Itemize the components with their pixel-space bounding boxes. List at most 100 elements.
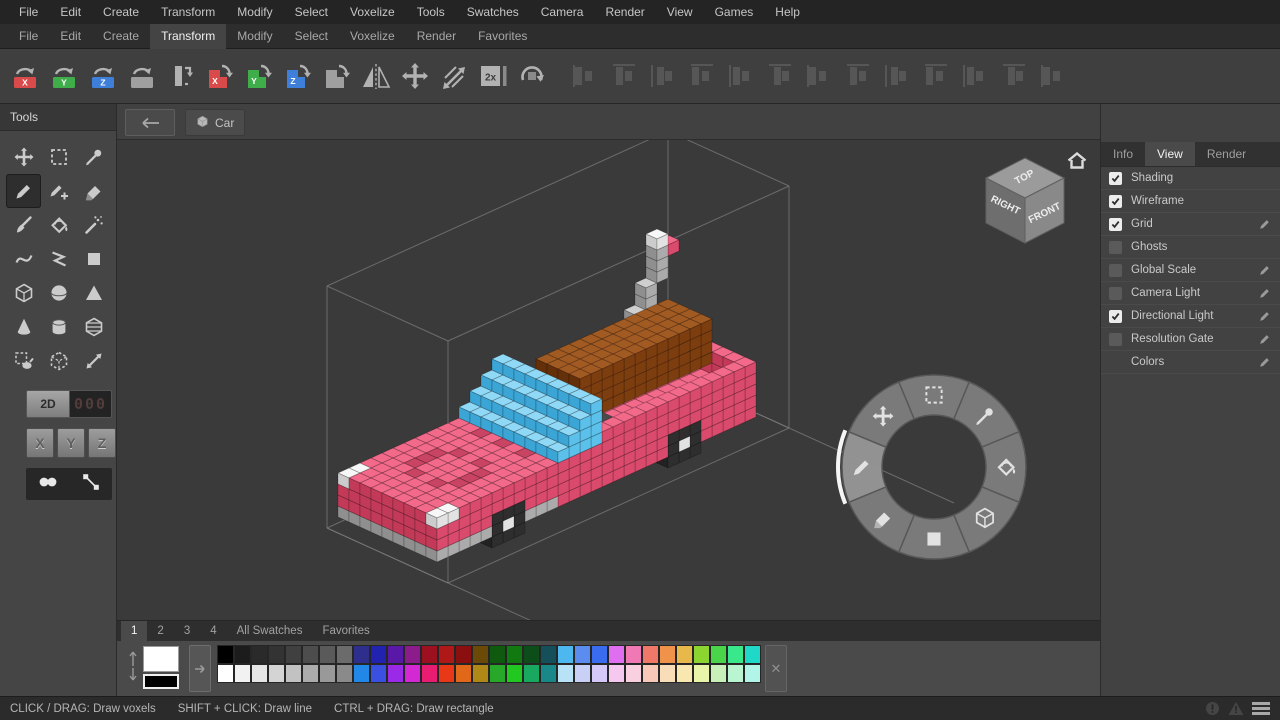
swatch-bottom-31[interactable]	[727, 664, 744, 683]
swatch-bottom-21[interactable]	[557, 664, 574, 683]
remove-swatch-button[interactable]: ✕	[765, 645, 787, 692]
background-color-chip[interactable]	[143, 674, 179, 689]
swatch-bottom-6[interactable]	[302, 664, 319, 683]
swatch-bottom-13[interactable]	[421, 664, 438, 683]
tool-resize[interactable]	[76, 344, 111, 378]
tool-brush[interactable]	[6, 208, 41, 242]
toolbar-shear-button[interactable]	[437, 59, 471, 93]
tool-paint-bucket[interactable]	[41, 208, 76, 242]
warning-icon[interactable]	[1228, 701, 1244, 716]
swatch-top-2[interactable]	[234, 645, 251, 664]
tool-extrude[interactable]	[76, 310, 111, 344]
swatch-bottom-23[interactable]	[591, 664, 608, 683]
swatch-bottom-27[interactable]	[659, 664, 676, 683]
swatch-bottom-4[interactable]	[268, 664, 285, 683]
swatch-bottom-9[interactable]	[353, 664, 370, 683]
edit-pencil-icon[interactable]	[1258, 309, 1272, 323]
swatch-top-24[interactable]	[608, 645, 625, 664]
swatch-top-30[interactable]	[710, 645, 727, 664]
submenu-item-favorites[interactable]: Favorites	[467, 24, 538, 49]
menu-item-create[interactable]: Create	[92, 0, 150, 24]
swatch-top-8[interactable]	[336, 645, 353, 664]
swatch-bottom-26[interactable]	[642, 664, 659, 683]
swatch-top-1[interactable]	[217, 645, 234, 664]
tool-zigzag[interactable]	[41, 242, 76, 276]
swatch-bottom-15[interactable]	[455, 664, 472, 683]
swatch-top-28[interactable]	[676, 645, 693, 664]
swatch-top-13[interactable]	[421, 645, 438, 664]
swatch-bottom-14[interactable]	[438, 664, 455, 683]
submenu-item-voxelize[interactable]: Voxelize	[339, 24, 406, 49]
axis-z-button[interactable]: Z	[88, 428, 116, 458]
checkbox-ghosts[interactable]	[1109, 241, 1122, 254]
menu-item-select[interactable]: Select	[284, 0, 339, 24]
swatch-tab-2[interactable]: 2	[147, 621, 173, 641]
swatch-bottom-28[interactable]	[676, 664, 693, 683]
toolbar-mirror-free-button[interactable]	[320, 59, 354, 93]
menu-item-games[interactable]: Games	[704, 0, 765, 24]
home-icon[interactable]	[1067, 152, 1087, 174]
tool-rectangle[interactable]	[76, 242, 111, 276]
swatch-bottom-10[interactable]	[370, 664, 387, 683]
mask-button[interactable]	[37, 471, 59, 498]
toolbar-rotate-y-button[interactable]: Y	[47, 59, 81, 93]
swatch-top-15[interactable]	[455, 645, 472, 664]
swatch-tab-all-swatches[interactable]: All Swatches	[227, 621, 313, 641]
viewport-3d[interactable]: TOP RIGHT FRONT	[117, 140, 1100, 620]
tool-pyramid[interactable]	[76, 276, 111, 310]
checkbox-global-scale[interactable]	[1109, 264, 1122, 277]
swatch-top-25[interactable]	[625, 645, 642, 664]
swatch-top-14[interactable]	[438, 645, 455, 664]
menu-item-view[interactable]: View	[656, 0, 704, 24]
swatch-bottom-5[interactable]	[285, 664, 302, 683]
swatch-bottom-17[interactable]	[489, 664, 506, 683]
tool-select[interactable]	[41, 140, 76, 174]
toolbar-mirror-y-button[interactable]: Y	[242, 59, 276, 93]
toolbar-mirror-z-button[interactable]: Z	[281, 59, 315, 93]
swatch-bottom-1[interactable]	[217, 664, 234, 683]
axis-x-button[interactable]: X	[26, 428, 54, 458]
swatch-bottom-29[interactable]	[693, 664, 710, 683]
checkbox-camera-light[interactable]	[1109, 287, 1122, 300]
checkbox-resolution-gate[interactable]	[1109, 333, 1122, 346]
swatch-top-12[interactable]	[404, 645, 421, 664]
swatch-top-19[interactable]	[523, 645, 540, 664]
swatch-top-21[interactable]	[557, 645, 574, 664]
swatch-bottom-3[interactable]	[251, 664, 268, 683]
swatch-top-17[interactable]	[489, 645, 506, 664]
swatch-bottom-20[interactable]	[540, 664, 557, 683]
swatch-top-26[interactable]	[642, 645, 659, 664]
swatch-top-18[interactable]	[506, 645, 523, 664]
edit-pencil-icon[interactable]	[1258, 355, 1272, 369]
swatch-bottom-16[interactable]	[472, 664, 489, 683]
swatch-top-29[interactable]	[693, 645, 710, 664]
menu-item-modify[interactable]: Modify	[226, 0, 283, 24]
swatch-top-10[interactable]	[370, 645, 387, 664]
swatch-top-4[interactable]	[268, 645, 285, 664]
tool-eyedropper[interactable]	[76, 140, 111, 174]
submenu-item-file[interactable]: File	[8, 24, 49, 49]
tool-cylinder[interactable]	[41, 310, 76, 344]
tool-voxel-box[interactable]	[6, 276, 41, 310]
right-panel-tab-render[interactable]: Render	[1195, 142, 1258, 166]
menu-item-camera[interactable]: Camera	[530, 0, 595, 24]
right-panel-tab-info[interactable]: Info	[1101, 142, 1145, 166]
tool-eraser[interactable]	[76, 174, 111, 208]
swatch-bottom-25[interactable]	[625, 664, 642, 683]
swatch-top-9[interactable]	[353, 645, 370, 664]
swatch-top-23[interactable]	[591, 645, 608, 664]
menu-item-tools[interactable]: Tools	[406, 0, 456, 24]
toolbar-mirror-x-button[interactable]: X	[203, 59, 237, 93]
toolbar-flip-button[interactable]	[164, 59, 198, 93]
checkbox-directional-light[interactable]	[1109, 310, 1122, 323]
submenu-item-create[interactable]: Create	[92, 24, 150, 49]
swatch-top-20[interactable]	[540, 645, 557, 664]
edit-pencil-icon[interactable]	[1258, 332, 1272, 346]
tool-pencil[interactable]	[6, 174, 41, 208]
swatch-bottom-22[interactable]	[574, 664, 591, 683]
tool-magic-wand[interactable]	[76, 208, 111, 242]
submenu-item-select[interactable]: Select	[284, 24, 339, 49]
swatch-top-5[interactable]	[285, 645, 302, 664]
back-button[interactable]	[125, 109, 175, 136]
axis-y-button[interactable]: Y	[57, 428, 85, 458]
